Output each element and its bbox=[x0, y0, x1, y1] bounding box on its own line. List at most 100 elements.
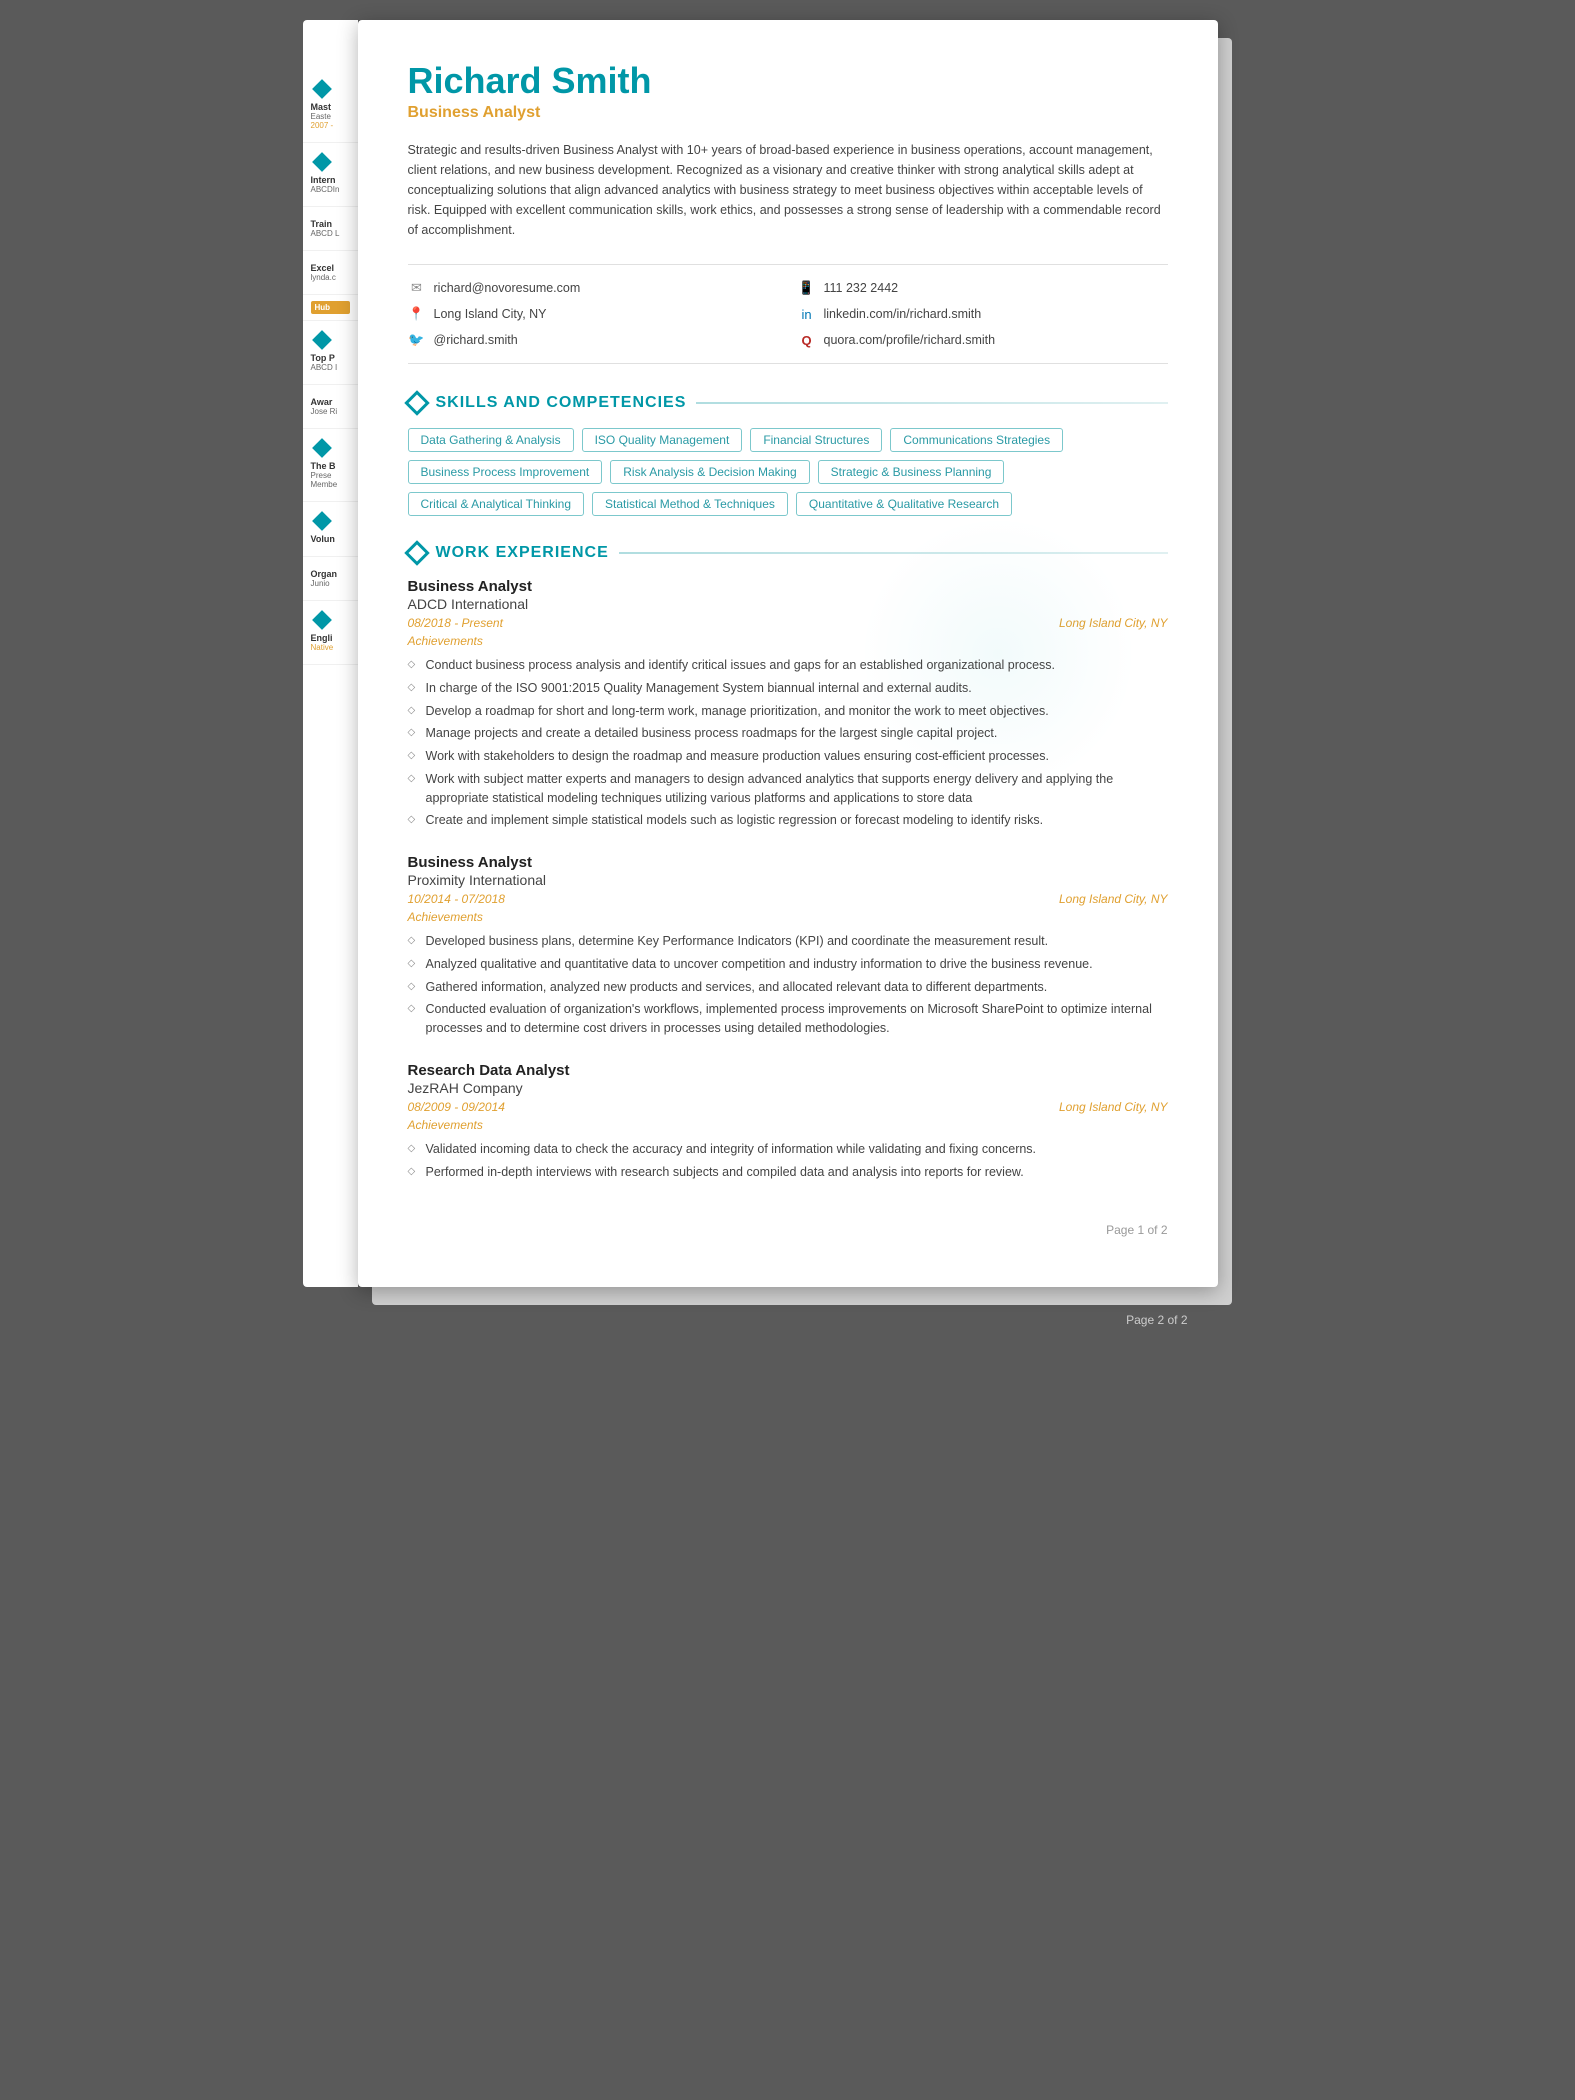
sidebar-sub-9: Junio bbox=[311, 579, 350, 588]
sidebar-sub-7b: Membe bbox=[311, 480, 350, 489]
twitter-value: @richard.smith bbox=[434, 333, 518, 347]
job-block-0: Business Analyst ADCD International 08/2… bbox=[408, 578, 1168, 832]
skill-tag: Data Gathering & Analysis bbox=[408, 428, 574, 452]
skill-tag: Quantitative & Qualitative Research bbox=[796, 492, 1012, 516]
contact-phone: 📱 111 232 2442 bbox=[798, 279, 1168, 297]
sidebar-diamond-1 bbox=[312, 79, 332, 99]
email-icon: ✉ bbox=[408, 279, 426, 297]
experience-section-title: WORK EXPERIENCE bbox=[436, 544, 609, 562]
skill-tag: Critical & Analytical Thinking bbox=[408, 492, 585, 516]
bullet-0-4: Work with stakeholders to design the roa… bbox=[408, 745, 1168, 768]
contact-linkedin: in linkedin.com/in/richard.smith bbox=[798, 305, 1168, 323]
skills-header-line bbox=[696, 402, 1167, 404]
skills-section-title: SKILLS AND COMPETENCIES bbox=[436, 394, 687, 412]
hub-badge: Hub bbox=[311, 301, 350, 314]
skill-tag: Statistical Method & Techniques bbox=[592, 492, 788, 516]
job-title-2: Research Data Analyst bbox=[408, 1062, 1168, 1079]
sidebar-label-6: Awar bbox=[311, 397, 350, 407]
sidebar-year-1: 2007 - bbox=[311, 121, 350, 130]
achievements-label-0: Achievements bbox=[408, 634, 1168, 648]
email-value: richard@novoresume.com bbox=[434, 281, 581, 295]
contact-quora: Q quora.com/profile/richard.smith bbox=[798, 331, 1168, 349]
sidebar-sub-3: ABCD L bbox=[311, 229, 350, 238]
job-dates-2: 08/2009 - 09/2014 bbox=[408, 1100, 505, 1114]
contact-email: ✉ richard@novoresume.com bbox=[408, 279, 778, 297]
experience-section-header: WORK EXPERIENCE bbox=[408, 544, 1168, 562]
twitter-icon: 🐦 bbox=[408, 331, 426, 349]
skill-tag: Business Process Improvement bbox=[408, 460, 603, 484]
page-indicator: Page 1 of 2 bbox=[408, 1213, 1168, 1237]
skills-list: Data Gathering & Analysis ISO Quality Man… bbox=[408, 428, 1168, 516]
bullet-0-0: Conduct business process analysis and id… bbox=[408, 654, 1168, 677]
linkedin-value: linkedin.com/in/richard.smith bbox=[824, 307, 982, 321]
bullet-2-1: Performed in-depth interviews with resea… bbox=[408, 1161, 1168, 1184]
skills-diamond-icon bbox=[404, 390, 429, 415]
job-title-0: Business Analyst bbox=[408, 578, 1168, 595]
sidebar-sub-10: Native bbox=[311, 643, 350, 652]
experience-header-line bbox=[619, 552, 1168, 554]
sidebar-label-8: Volun bbox=[311, 534, 350, 544]
job-meta-0: 08/2018 - Present Long Island City, NY bbox=[408, 616, 1168, 630]
sidebar-sub-4: lynda.c bbox=[311, 273, 350, 282]
resume-header: Richard Smith Business Analyst Strategic… bbox=[408, 60, 1168, 240]
bullet-0-6: Create and implement simple statistical … bbox=[408, 809, 1168, 832]
job-company-1: Proximity International bbox=[408, 872, 1168, 888]
job-block-1: Business Analyst Proximity International… bbox=[408, 854, 1168, 1040]
skill-tag: Financial Structures bbox=[750, 428, 882, 452]
skill-tag: ISO Quality Management bbox=[582, 428, 743, 452]
sidebar-diamond-7 bbox=[312, 438, 332, 458]
bullet-0-5: Work with subject matter experts and man… bbox=[408, 768, 1168, 810]
skill-tag: Risk Analysis & Decision Making bbox=[610, 460, 809, 484]
sidebar-sub-1: Easte bbox=[311, 112, 350, 121]
job-bullets-0: Conduct business process analysis and id… bbox=[408, 654, 1168, 832]
quora-value: quora.com/profile/richard.smith bbox=[824, 333, 996, 347]
skills-section-header: SKILLS AND COMPETENCIES bbox=[408, 394, 1168, 412]
experience-list: Business Analyst ADCD International 08/2… bbox=[408, 578, 1168, 1183]
candidate-name: Richard Smith bbox=[408, 60, 1168, 102]
job-location-2: Long Island City, NY bbox=[1059, 1100, 1168, 1114]
contact-twitter: 🐦 @richard.smith bbox=[408, 331, 778, 349]
sidebar-label-3: Train bbox=[311, 219, 350, 229]
job-company-0: ADCD International bbox=[408, 596, 1168, 612]
sidebar-sub-2: ABCDIn bbox=[311, 185, 350, 194]
bullet-0-3: Manage projects and create a detailed bu… bbox=[408, 722, 1168, 745]
job-dates-1: 10/2014 - 07/2018 bbox=[408, 892, 505, 906]
quora-icon: Q bbox=[798, 331, 816, 349]
phone-value: 111 232 2442 bbox=[824, 281, 899, 295]
sidebar-diamond-10 bbox=[312, 610, 332, 630]
sidebar-label-10: Engli bbox=[311, 633, 350, 643]
job-bullets-2: Validated incoming data to check the acc… bbox=[408, 1138, 1168, 1184]
sidebar-peek: Mast Easte 2007 - Intern ABCDIn Train AB… bbox=[303, 20, 358, 1287]
resume-page: Richard Smith Business Analyst Strategic… bbox=[358, 20, 1218, 1287]
sidebar-label-2: Intern bbox=[311, 175, 350, 185]
skill-tag: Strategic & Business Planning bbox=[818, 460, 1005, 484]
achievements-label-2: Achievements bbox=[408, 1118, 1168, 1132]
job-dates-0: 08/2018 - Present bbox=[408, 616, 503, 630]
candidate-summary: Strategic and results-driven Business An… bbox=[408, 140, 1168, 240]
experience-diamond-icon bbox=[404, 540, 429, 565]
job-title-1: Business Analyst bbox=[408, 854, 1168, 871]
location-icon: 📍 bbox=[408, 305, 426, 323]
bullet-1-0: Developed business plans, determine Key … bbox=[408, 930, 1168, 953]
contact-location: 📍 Long Island City, NY bbox=[408, 305, 778, 323]
sidebar-diamond-8 bbox=[312, 511, 332, 531]
sidebar-label-1: Mast bbox=[311, 102, 350, 112]
skill-tag: Communications Strategies bbox=[890, 428, 1063, 452]
sidebar-sub-7: Prese bbox=[311, 471, 350, 480]
location-value: Long Island City, NY bbox=[434, 307, 547, 321]
job-meta-1: 10/2014 - 07/2018 Long Island City, NY bbox=[408, 892, 1168, 906]
contact-section: ✉ richard@novoresume.com 📱 111 232 2442 … bbox=[408, 264, 1168, 364]
sidebar-label-4: Excel bbox=[311, 263, 350, 273]
bullet-1-3: Conducted evaluation of organization's w… bbox=[408, 998, 1168, 1040]
sidebar-label-5: Top P bbox=[311, 353, 350, 363]
page2-indicator: Page 2 of 2 bbox=[1126, 1313, 1187, 1327]
job-location-1: Long Island City, NY bbox=[1059, 892, 1168, 906]
job-meta-2: 08/2009 - 09/2014 Long Island City, NY bbox=[408, 1100, 1168, 1114]
phone-icon: 📱 bbox=[798, 279, 816, 297]
job-bullets-1: Developed business plans, determine Key … bbox=[408, 930, 1168, 1040]
sidebar-label-7: The B bbox=[311, 461, 350, 471]
bullet-0-2: Develop a roadmap for short and long-ter… bbox=[408, 700, 1168, 723]
job-company-2: JezRAH Company bbox=[408, 1080, 1168, 1096]
sidebar-sub-5: ABCD I bbox=[311, 363, 350, 372]
candidate-title: Business Analyst bbox=[408, 104, 1168, 122]
